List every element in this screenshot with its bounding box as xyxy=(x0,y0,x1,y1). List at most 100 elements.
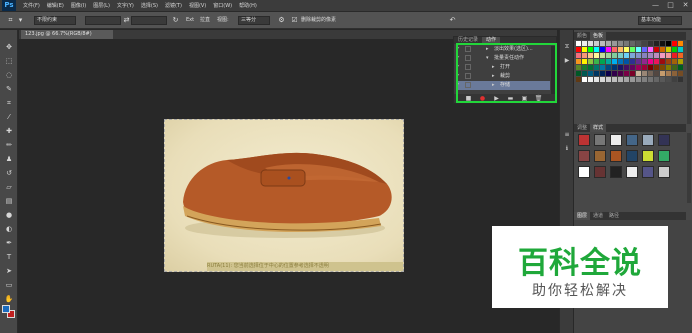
menu-item[interactable]: 图层(L) xyxy=(93,2,110,9)
color-swatch[interactable] xyxy=(666,65,671,70)
info-icon[interactable]: ℹ xyxy=(562,144,572,153)
check-icon[interactable]: ✓ xyxy=(456,45,463,54)
color-swatch[interactable] xyxy=(654,71,659,76)
dialog-toggle-icon[interactable] xyxy=(465,64,471,70)
color-swatch[interactable] xyxy=(648,71,653,76)
style-preset[interactable] xyxy=(642,150,654,162)
color-swatch[interactable] xyxy=(636,47,641,52)
pen-icon[interactable]: ✒ xyxy=(3,238,15,248)
play-icon[interactable]: ▶ xyxy=(492,94,501,103)
dodge-icon[interactable]: ◐ xyxy=(3,224,15,234)
style-preset[interactable] xyxy=(626,134,638,146)
color-swatch[interactable] xyxy=(618,53,623,58)
color-swatch[interactable] xyxy=(612,47,617,52)
color-swatch[interactable] xyxy=(612,59,617,64)
color-swatch[interactable] xyxy=(672,53,677,58)
menu-item[interactable]: 文字(Y) xyxy=(117,2,134,9)
action-row[interactable]: ✓ ▸ 淡出效果(选区)... xyxy=(456,45,550,54)
style-preset[interactable] xyxy=(578,134,590,146)
menu-item[interactable]: 窗口(W) xyxy=(213,2,232,9)
color-swatch[interactable] xyxy=(618,47,623,52)
color-swatch[interactable] xyxy=(636,65,641,70)
record-icon[interactable]: ● xyxy=(478,94,487,103)
color-swatch[interactable] xyxy=(624,47,629,52)
color-swatch[interactable] xyxy=(672,65,677,70)
color-swatch[interactable] xyxy=(660,71,665,76)
quick-select-icon[interactable]: ✎ xyxy=(3,84,15,94)
dialog-toggle-icon[interactable] xyxy=(465,82,471,88)
color-swatch[interactable] xyxy=(594,59,599,64)
color-swatch[interactable] xyxy=(648,41,653,46)
menu-item[interactable]: 帮助(H) xyxy=(239,2,257,9)
height-field[interactable] xyxy=(131,16,167,25)
checkbox-icon[interactable]: ☑ xyxy=(290,16,299,25)
chevron-down-icon[interactable]: ▾ xyxy=(486,54,489,63)
chevron-right-icon[interactable]: ▸ xyxy=(492,72,495,81)
tab-adjustments[interactable]: 调整 xyxy=(574,124,590,132)
tab-layers[interactable]: 图层 xyxy=(574,212,591,220)
color-swatch[interactable] xyxy=(678,47,683,52)
stop-icon[interactable]: ■ xyxy=(464,94,473,103)
color-swatch[interactable] xyxy=(606,77,611,82)
color-swatch[interactable] xyxy=(606,65,611,70)
color-swatch[interactable] xyxy=(594,71,599,76)
color-swatch[interactable] xyxy=(630,47,635,52)
styles-scrollbar[interactable] xyxy=(687,133,691,203)
color-swatch[interactable] xyxy=(600,53,605,58)
minimize-button[interactable]: — xyxy=(651,1,660,10)
menu-item[interactable]: 编辑(E) xyxy=(47,2,64,9)
crop-tool-icon[interactable]: ⌗ xyxy=(6,16,15,25)
color-swatch[interactable] xyxy=(642,41,647,46)
color-swatch[interactable] xyxy=(666,41,671,46)
color-swatch[interactable] xyxy=(600,41,605,46)
color-swatch[interactable] xyxy=(594,41,599,46)
color-swatch[interactable] xyxy=(678,65,683,70)
color-swatch[interactable] xyxy=(594,53,599,58)
color-swatch[interactable] xyxy=(582,65,587,70)
history-icon[interactable]: ⧖ xyxy=(562,42,572,51)
color-swatch[interactable] xyxy=(624,71,629,76)
color-swatch[interactable] xyxy=(600,77,605,82)
lasso-tool-icon[interactable]: ◌ xyxy=(3,70,15,80)
tab-paths[interactable]: 路径 xyxy=(606,212,622,220)
color-swatch[interactable] xyxy=(672,41,677,46)
color-swatch[interactable] xyxy=(678,77,683,82)
color-swatch[interactable] xyxy=(660,59,665,64)
color-swatch[interactable] xyxy=(654,77,659,82)
color-swatch[interactable] xyxy=(654,41,659,46)
color-swatch[interactable] xyxy=(654,59,659,64)
color-swatch[interactable] xyxy=(588,47,593,52)
color-swatch[interactable] xyxy=(624,59,629,64)
color-swatch[interactable] xyxy=(636,59,641,64)
check-icon[interactable]: ✓ xyxy=(456,72,463,81)
color-swatch[interactable] xyxy=(630,77,635,82)
color-swatch[interactable] xyxy=(624,53,629,58)
style-preset[interactable] xyxy=(610,166,622,178)
color-swatch[interactable] xyxy=(648,65,653,70)
color-swatch[interactable] xyxy=(582,47,587,52)
document-image[interactable]: RUTA(11): 您当前选择位于中心的位置参考选择不透明 xyxy=(164,119,404,272)
color-swatch[interactable] xyxy=(600,59,605,64)
color-swatch[interactable] xyxy=(642,47,647,52)
brush-icon[interactable]: ✏ xyxy=(3,140,15,150)
color-swatch[interactable] xyxy=(618,59,623,64)
action-step-row-selected[interactable]: ✓ ▸ 存储 xyxy=(456,81,550,90)
color-swatch[interactable] xyxy=(624,65,629,70)
color-swatch[interactable] xyxy=(606,53,611,58)
dialog-toggle-icon[interactable] xyxy=(465,46,471,52)
move-tool-icon[interactable]: ✥ xyxy=(3,42,15,52)
color-swatch[interactable] xyxy=(576,47,581,52)
color-swatch[interactable] xyxy=(594,65,599,70)
color-swatch[interactable] xyxy=(642,71,647,76)
chevron-right-icon[interactable]: ▸ xyxy=(486,45,489,54)
new-action-icon[interactable]: ▣ xyxy=(520,94,529,103)
color-swatch[interactable] xyxy=(636,53,641,58)
marquee-tool-icon[interactable]: ⬚ xyxy=(3,56,15,66)
new-set-icon[interactable]: ▬ xyxy=(506,94,515,103)
blur-icon[interactable]: ● xyxy=(3,210,15,220)
path-select-icon[interactable]: ➤ xyxy=(3,266,15,276)
action-set-row[interactable]: ✓ ▾ 批量责任动作 xyxy=(456,54,550,63)
hand-icon[interactable]: ✋ xyxy=(3,294,15,304)
action-step-row[interactable]: ✓ ▸ 裁剪 xyxy=(456,72,550,81)
color-swatch[interactable] xyxy=(630,65,635,70)
